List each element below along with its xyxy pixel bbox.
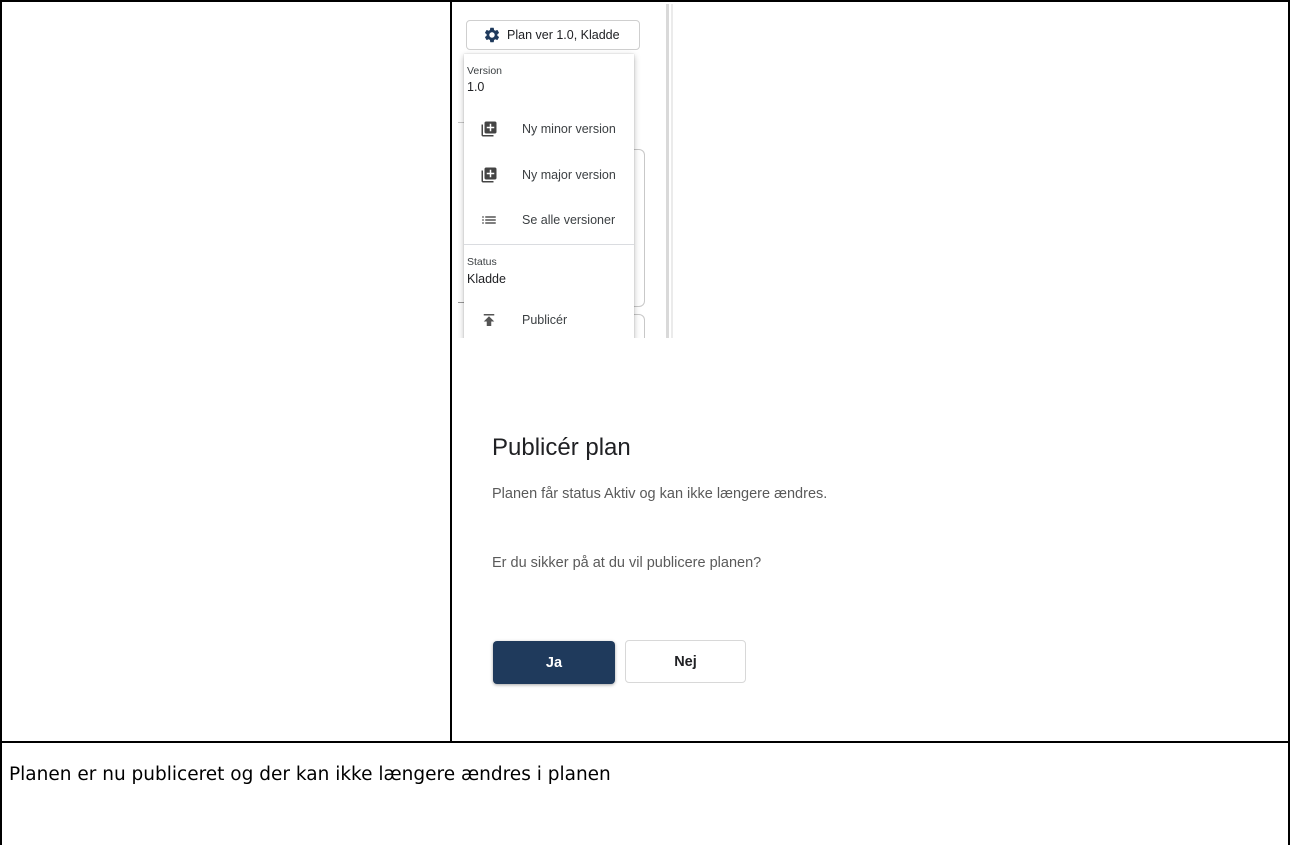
table-row-divider	[0, 741, 1290, 743]
menu-divider	[464, 244, 634, 245]
table-border-top	[0, 0, 1290, 2]
no-button[interactable]: Nej	[625, 640, 746, 683]
dialog-question: Er du sikker på at du vil publicere plan…	[492, 555, 762, 571]
library-add-icon	[480, 120, 498, 138]
document-note: Planen er nu publiceret og der kan ikke …	[9, 764, 611, 785]
status-value: Kladde	[467, 272, 506, 286]
version-value: 1.0	[467, 80, 485, 94]
version-caption: Version	[467, 65, 503, 77]
menu-item-new-minor-version[interactable]: Ny minor version	[464, 109, 634, 149]
menu-item-publish[interactable]: Publicér	[464, 300, 634, 338]
background-card-edge	[634, 149, 645, 307]
library-add-icon	[480, 166, 498, 184]
background-panel-edge	[671, 4, 673, 338]
plan-version-button[interactable]: Plan ver 1.0, Kladde	[466, 20, 640, 50]
background-panel-edge	[666, 4, 669, 338]
menu-item-see-all-versions[interactable]: Se alle versioner	[464, 200, 634, 240]
menu-item-label: Ny major version	[522, 168, 616, 182]
dialog-message: Planen får status Aktiv og kan ikke læng…	[492, 486, 828, 502]
version-dropdown-menu: Version 1.0 Ny minor version Ny major ve…	[464, 54, 634, 338]
menu-item-label: Ny minor version	[522, 122, 616, 136]
status-caption: Status	[467, 256, 497, 268]
background-card-edge	[634, 314, 645, 338]
plan-version-label: Plan ver 1.0, Kladde	[507, 28, 620, 42]
menu-item-label: Se alle versioner	[522, 213, 616, 227]
menu-item-label: Publicér	[522, 313, 568, 327]
version-menu-screenshot: Plan ver 1.0, Kladde Version 1.0 Ny mino…	[458, 4, 674, 338]
publish-icon	[480, 311, 498, 329]
dialog-title: Publicér plan	[492, 434, 631, 461]
gear-icon	[484, 27, 500, 43]
table-divider-vertical	[450, 0, 452, 742]
table-border-left	[0, 0, 2, 845]
menu-item-new-major-version[interactable]: Ny major version	[464, 155, 634, 195]
yes-button[interactable]: Ja	[493, 641, 615, 684]
list-icon	[480, 211, 498, 229]
